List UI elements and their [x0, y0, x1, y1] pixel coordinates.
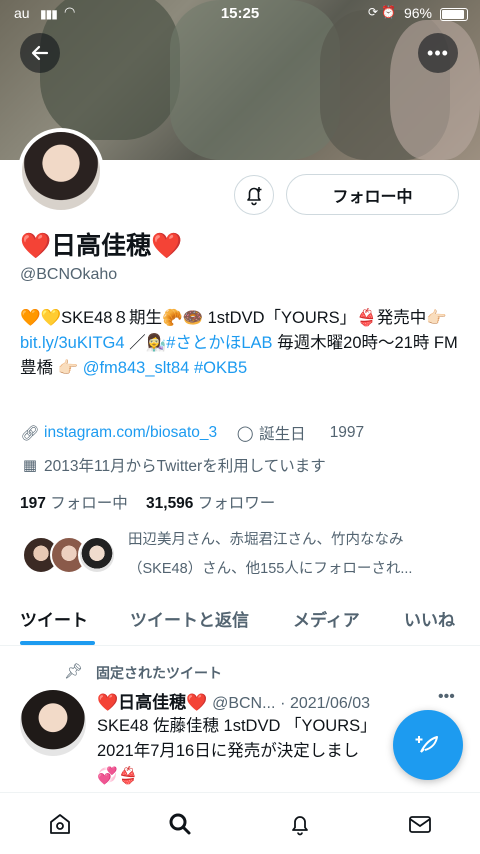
tweet-text[interactable]: SKE48 佐藤佳穂 1stDVD 「YOURS」 2021年7月16日に発売が… — [97, 714, 437, 789]
followers-count: 31,596 — [146, 495, 194, 512]
link-icon: 🔗︎ — [20, 425, 40, 442]
tweet-author-handle[interactable]: @BCN... — [212, 695, 275, 712]
bio-hashtag[interactable]: #OKB5 — [194, 359, 247, 377]
following-button[interactable]: フォロー中 — [286, 174, 459, 215]
tweet-header: ❤️日高佳穂❤️ @BCN... · 2021/06/03 — [97, 688, 370, 713]
tweet-date[interactable]: · 2021/06/03 — [280, 695, 370, 712]
tweet-line: SKE48 佐藤佳穂 1stDVD 「YOURS」 — [97, 717, 377, 735]
followers-label: フォロワー — [197, 495, 276, 512]
tweet-line: 2021年7月16日に発売が決定しまし — [97, 742, 360, 760]
notify-button[interactable] — [234, 175, 274, 215]
followers-link[interactable]: 31,596 フォロワー — [146, 495, 275, 512]
profile-tabs: ツイート ツイートと返信 メディア いいね — [0, 596, 480, 646]
following-count: 197 — [20, 495, 46, 512]
website-link[interactable]: instagram.com/biosato_3 — [44, 424, 217, 442]
active-tab-indicator — [20, 641, 95, 645]
birthday-value: 1997 — [329, 424, 365, 441]
nav-search[interactable] — [160, 807, 200, 841]
nav-notifications[interactable] — [280, 807, 320, 841]
bell-icon — [292, 816, 308, 836]
profile-meta: 🔗︎ instagram.com/biosato_3 ◯ 誕生日 1997 — [20, 422, 364, 444]
status-bar: au ▮▮▮ ◠ 15:25 ⟳ ⏰ 96% — [0, 0, 480, 28]
followed-by-text[interactable]: 田辺美月さん、赤堀君江さん、竹内ななみ（SKE48）さん、他155人にフォローさ… — [128, 526, 460, 584]
search-icon — [169, 813, 191, 835]
profile-name: ❤️日高佳穂❤️ — [20, 232, 183, 260]
bottom-navigation — [0, 792, 480, 854]
bell-plus-icon — [247, 187, 262, 206]
nav-home[interactable] — [40, 807, 80, 841]
tweet-line: 💞👙 — [97, 767, 139, 785]
birthday-label: 誕生日 — [259, 426, 306, 443]
follow-counts: 197 フォロー中 31,596 フォロワー — [20, 491, 275, 513]
more-button[interactable]: ••• — [418, 33, 458, 73]
calendar-icon: ▦ — [22, 457, 38, 474]
tweet-author-name[interactable]: ❤️日高佳穂❤️ — [97, 693, 207, 712]
tab-tweets-replies[interactable]: ツイートと返信 — [130, 606, 249, 631]
compose-tweet-button[interactable] — [393, 710, 463, 780]
bio-text: 🧡💛SKE48８期生🥐🍩 1stDVD「YOURS」👙発売中👉🏻 — [20, 309, 447, 327]
avatar-image — [22, 132, 100, 210]
following-link[interactable]: 197 フォロー中 — [20, 495, 128, 512]
arrow-left-icon — [31, 45, 49, 61]
feather-plus-icon — [415, 736, 438, 753]
bio-hashtag[interactable]: #さとかほLAB — [166, 334, 272, 352]
pinned-label: 固定されたツイート — [96, 665, 222, 681]
bio-text: ／👩‍🔬 — [124, 334, 167, 352]
profile-joined: ▦ 2013年11月からTwitterを利用しています — [20, 454, 326, 476]
avatar — [78, 536, 116, 574]
battery-percent: 96% — [403, 5, 432, 21]
bio-mention[interactable]: @fm843_slt84 — [83, 359, 190, 377]
tab-media[interactable]: メディア — [293, 606, 360, 631]
bio-link[interactable]: bit.ly/3uKITG4 — [20, 334, 125, 352]
back-button[interactable] — [20, 33, 60, 73]
profile-bio: 🧡💛SKE48８期生🥐🍩 1stDVD「YOURS」👙発売中👉🏻 bit.ly/… — [20, 306, 465, 381]
envelope-icon — [409, 816, 431, 833]
ellipsis-icon: ••• — [427, 42, 449, 63]
followed-by-avatars[interactable] — [22, 536, 118, 576]
orientation-lock-icon: ⟳ — [367, 5, 378, 19]
balloon-icon: ◯ — [236, 425, 254, 442]
profile-handle: @BCNOkaho — [20, 266, 118, 283]
joined-text: 2013年11月からTwitterを利用しています — [44, 458, 326, 475]
tweet-avatar[interactable] — [20, 690, 86, 756]
pin-icon: 📌︎ — [64, 663, 84, 680]
tab-tweets[interactable]: ツイート — [20, 606, 88, 631]
profile-avatar[interactable] — [18, 128, 104, 214]
tweet-more-icon[interactable]: ••• — [438, 688, 455, 706]
following-label: フォロー中 — [50, 495, 128, 512]
alarm-icon: ⏰ — [381, 5, 396, 19]
nav-messages[interactable] — [400, 807, 440, 841]
battery-icon — [440, 8, 468, 21]
home-icon — [50, 814, 70, 834]
tab-likes[interactable]: いいね — [404, 606, 455, 631]
